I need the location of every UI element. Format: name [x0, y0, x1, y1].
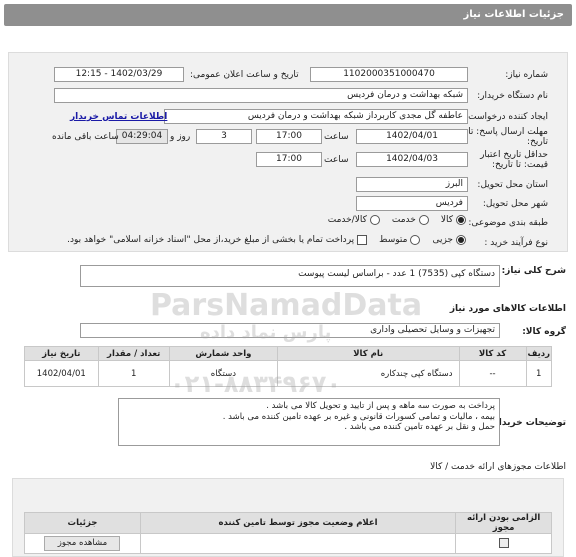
buyer-notes-label: توضیحات خریدار: — [490, 418, 566, 428]
buyer-note-line: حمل و نقل بر عهده تامین کننده می باشد . — [344, 422, 495, 432]
page-title: جزئیات اطلاعات نیاز — [4, 4, 572, 26]
col-date: تاریخ نیاز — [24, 346, 99, 361]
radio-selected-icon[interactable] — [456, 235, 466, 245]
summary-field: دستگاه کپی (7535) 1 عدد - براساس لیست پی… — [80, 265, 500, 287]
summary-label: شرح کلی نیاز: — [501, 266, 566, 276]
cell-qty: 1 — [97, 360, 170, 387]
col-required: الزامی بودن ارائه مجوز — [455, 512, 552, 534]
col-code: کد کالا — [458, 346, 527, 361]
cell-status — [139, 533, 457, 554]
price-validity-label: حداقل تاریخ اعتبار قیمت: تا تاریخ: — [480, 150, 548, 170]
view-license-button[interactable]: مشاهده مجوز — [44, 536, 121, 551]
buyer-org-label: نام دستگاه خریدار: — [477, 91, 548, 101]
process-option-medium[interactable]: متوسط — [379, 235, 421, 245]
price-validity-time: 17:00 — [256, 152, 322, 167]
col-name: نام کالا — [276, 346, 460, 361]
days-label: روز و — [170, 132, 191, 142]
city-label: شهر محل تحویل: — [482, 199, 548, 209]
announce-date-field: 1402/03/29 - 12:15 — [54, 67, 184, 82]
license-section-title: اطلاعات مجوزهای ارائه خدمت / کالا — [430, 462, 566, 472]
checkbox-icon[interactable] — [357, 235, 368, 245]
goods-table: ردیف کد کالا نام کالا واحد شمارش تعداد /… — [24, 346, 553, 387]
cell-row: 1 — [525, 360, 553, 387]
watermark-brand: ParsNamadData — [150, 288, 423, 323]
col-details: جزئیات — [24, 512, 141, 534]
radio-icon[interactable] — [410, 235, 421, 245]
buyer-notes-box: پرداخت به صورت سه ماهه و پس از تایید و ت… — [118, 398, 500, 446]
remaining-days: 3 — [196, 129, 252, 144]
category-label: طبقه بندی موضوعی: — [468, 218, 548, 228]
col-unit: واحد شمارش — [168, 346, 278, 361]
cell-required — [455, 533, 552, 554]
requester-field: عاطفه گل مجدی کاربرداز شبکه بهداشت و درم… — [164, 109, 468, 124]
table-row: مشاهده مجوز — [24, 533, 552, 554]
reply-deadline-date: 1402/04/01 — [356, 129, 468, 144]
province-field: البرز — [356, 177, 468, 192]
remaining-label: ساعت باقی مانده — [52, 132, 119, 142]
cell-name: دستگاه کپی چندکاره — [276, 360, 460, 387]
cell-unit: دستگاه — [168, 360, 278, 387]
table-row: 1 -- دستگاه کپی چندکاره دستگاه 1 1402/04… — [24, 360, 553, 387]
city-field: فردیس — [356, 196, 468, 211]
process-label: نوع فرآیند خرید : — [484, 238, 548, 248]
radio-icon[interactable] — [369, 215, 380, 225]
requester-label: ایجاد کننده درخواست: — [465, 112, 548, 122]
goods-section-title: اطلاعات کالاهای مورد نیاز — [449, 304, 566, 314]
remaining-time: 04:29:04 — [116, 129, 168, 144]
cell-code: -- — [458, 360, 527, 387]
col-status: اعلام وضعیت مجوز توسط تامین کننده — [139, 512, 457, 534]
province-label: استان محل تحویل: — [477, 180, 548, 190]
need-number-label: شماره نیاز: — [505, 70, 548, 80]
price-validity-date: 1402/04/03 — [356, 152, 468, 167]
buyer-org-field: شبکه بهداشت و درمان فردیس — [54, 88, 468, 103]
reply-deadline-time: 17:00 — [256, 129, 322, 144]
reply-time-label: ساعت — [324, 132, 349, 142]
col-row: ردیف — [525, 346, 553, 361]
buyer-note-line: بیمه ، مالیات و تمامی کسورات قانونی و غی… — [222, 411, 495, 422]
process-radio-group: جزیی متوسط پرداخت تمام یا بخشی از مبلغ خ… — [55, 235, 466, 245]
goods-group-field: تجهیزات و وسایل تحصیلی واداری — [80, 323, 500, 338]
goods-table-header: ردیف کد کالا نام کالا واحد شمارش تعداد /… — [24, 346, 553, 361]
category-option-service[interactable]: خدمت — [392, 215, 429, 225]
cell-details: مشاهده مجوز — [24, 533, 141, 554]
goods-group-label: گروه کالا: — [522, 327, 566, 337]
cell-date: 1402/04/01 — [24, 360, 99, 387]
buyer-contact-link[interactable]: اطلاعات تماس خریدار — [70, 112, 167, 122]
process-option-minor[interactable]: جزیی — [432, 235, 466, 245]
radio-icon[interactable] — [418, 215, 429, 225]
license-table: الزامی بودن ارائه مجوز اعلام وضعیت مجوز … — [24, 512, 552, 554]
checkbox-icon — [498, 538, 509, 549]
price-time-label: ساعت — [324, 155, 349, 165]
radio-selected-icon[interactable] — [456, 215, 466, 225]
category-option-goods[interactable]: کالا — [441, 215, 466, 225]
category-option-both[interactable]: کالا/خدمت — [328, 215, 380, 225]
reply-deadline-label: مهلت ارسال پاسخ: تا تاریخ: — [468, 127, 548, 147]
license-table-header: الزامی بودن ارائه مجوز اعلام وضعیت مجوز … — [24, 512, 552, 534]
col-qty: تعداد / مقدار — [97, 346, 170, 361]
announce-date-label: تاریخ و ساعت اعلان عمومی: — [190, 70, 299, 80]
need-number-field: 1102000351000470 — [310, 67, 468, 82]
category-radio-group: کالا خدمت کالا/خدمت — [316, 215, 466, 225]
buyer-note-line: پرداخت به صورت سه ماهه و پس از تایید و ت… — [266, 401, 495, 411]
treasury-payment-option[interactable]: پرداخت تمام یا بخشی از مبلغ خرید،از محل … — [67, 235, 368, 245]
